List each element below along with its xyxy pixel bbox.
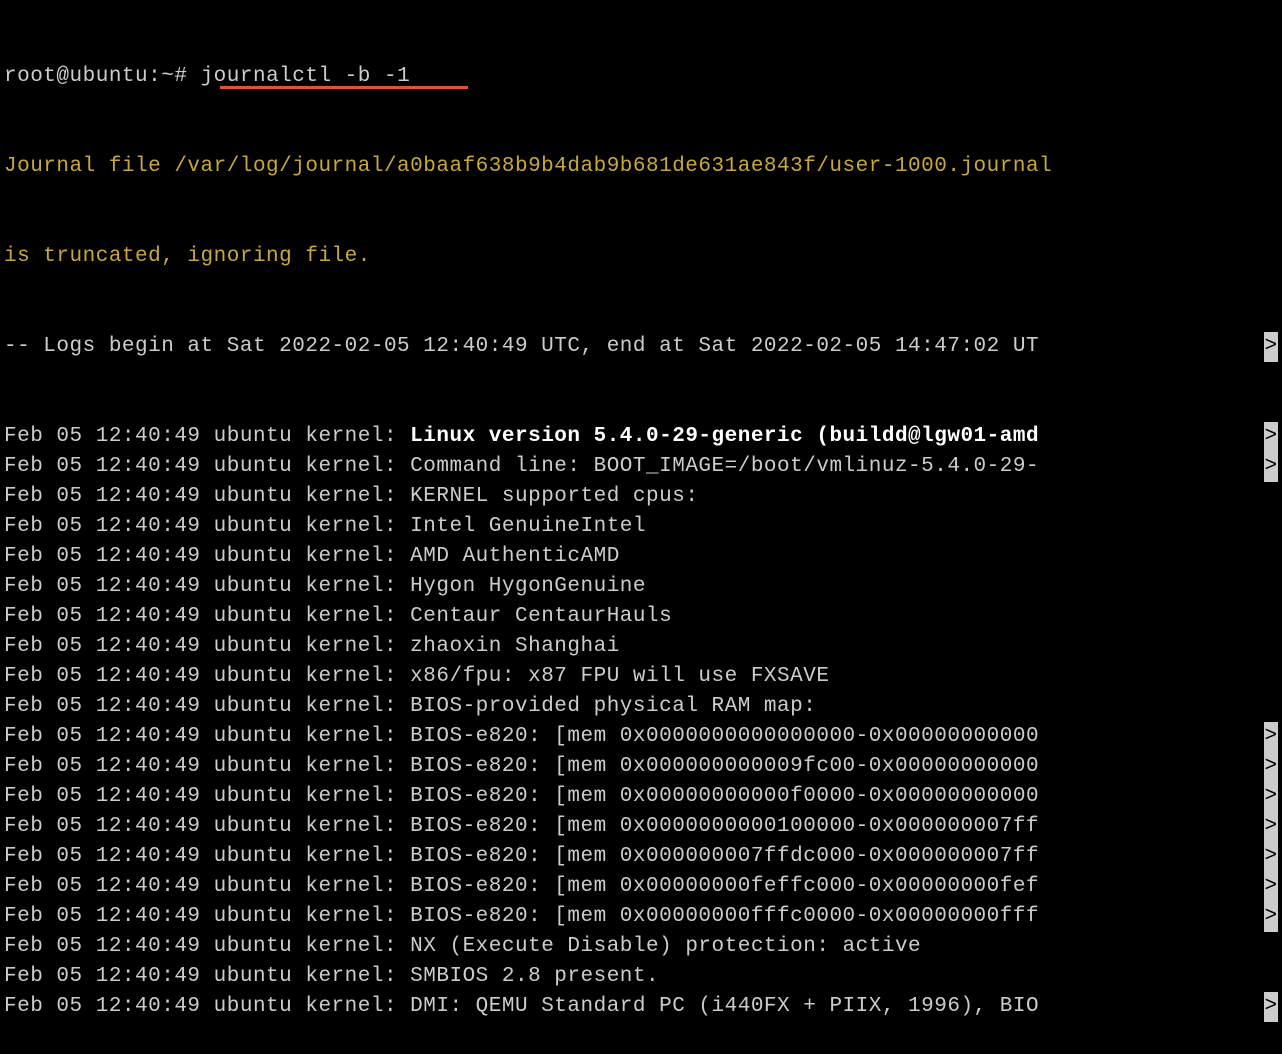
log-line: Feb 05 12:40:49 ubuntu kernel: BIOS-prov… xyxy=(4,692,1278,722)
log-message: DMI: QEMU Standard PC (i440FX + PIIX, 19… xyxy=(410,995,1039,1018)
prompt-user-host: root@ubuntu xyxy=(4,65,148,88)
log-message: Linux version 5.4.0-29-generic (buildd@l… xyxy=(410,425,1039,448)
log-prefix: Feb 05 12:40:49 ubuntu kernel: xyxy=(4,965,410,988)
log-line: Feb 05 12:40:49 ubuntu kernel: Command l… xyxy=(4,452,1278,482)
warning-text-2: is truncated, ignoring file. xyxy=(4,245,371,268)
truncate-marker: > xyxy=(1264,752,1278,782)
log-message: zhaoxin Shanghai xyxy=(410,635,620,658)
prompt-line: root@ubuntu:~# journalctl -b -1 xyxy=(4,62,1278,92)
prompt-colon: : xyxy=(148,65,161,88)
log-line: Feb 05 12:40:49 ubuntu kernel: NX (Execu… xyxy=(4,932,1278,962)
log-line: Feb 05 12:40:49 ubuntu kernel: x86/fpu: … xyxy=(4,662,1278,692)
log-prefix: Feb 05 12:40:49 ubuntu kernel: xyxy=(4,635,410,658)
log-prefix: Feb 05 12:40:49 ubuntu kernel: xyxy=(4,785,410,808)
prompt-path: ~ xyxy=(161,65,174,88)
log-prefix: Feb 05 12:40:49 ubuntu kernel: xyxy=(4,755,410,778)
log-message: BIOS-e820: [mem 0x00000000feffc000-0x000… xyxy=(410,875,1039,898)
truncate-marker: > xyxy=(1264,332,1278,362)
truncate-marker: > xyxy=(1264,842,1278,872)
truncate-marker: > xyxy=(1264,782,1278,812)
log-prefix: Feb 05 12:40:49 ubuntu kernel: xyxy=(4,605,410,628)
warning-line-2: is truncated, ignoring file. xyxy=(4,242,1278,272)
log-line: Feb 05 12:40:49 ubuntu kernel: Intel Gen… xyxy=(4,512,1278,542)
log-message: BIOS-e820: [mem 0x00000000fffc0000-0x000… xyxy=(410,905,1039,928)
log-message: BIOS-e820: [mem 0x0000000000000000-0x000… xyxy=(410,725,1039,748)
log-message: x86/fpu: x87 FPU will use FXSAVE xyxy=(410,665,829,688)
truncate-marker: > xyxy=(1264,722,1278,752)
log-prefix: Feb 05 12:40:49 ubuntu kernel: xyxy=(4,575,410,598)
log-prefix: Feb 05 12:40:49 ubuntu kernel: xyxy=(4,665,410,688)
warning-text-1: Journal file /var/log/journal/a0baaf638b… xyxy=(4,155,1052,178)
log-message: BIOS-e820: [mem 0x000000000009fc00-0x000… xyxy=(410,755,1039,778)
log-prefix: Feb 05 12:40:49 ubuntu kernel: xyxy=(4,425,410,448)
log-line: Feb 05 12:40:49 ubuntu kernel: BIOS-e820… xyxy=(4,782,1278,812)
truncate-marker: > xyxy=(1264,992,1278,1022)
log-line: Feb 05 12:40:49 ubuntu kernel: SMBIOS 2.… xyxy=(4,962,1278,992)
log-prefix: Feb 05 12:40:49 ubuntu kernel: xyxy=(4,485,410,508)
log-line: Feb 05 12:40:49 ubuntu kernel: BIOS-e820… xyxy=(4,872,1278,902)
log-prefix: Feb 05 12:40:49 ubuntu kernel: xyxy=(4,995,410,1018)
log-prefix: Feb 05 12:40:49 ubuntu kernel: xyxy=(4,935,410,958)
log-line: Feb 05 12:40:49 ubuntu kernel: BIOS-e820… xyxy=(4,752,1278,782)
log-message: Hygon HygonGenuine xyxy=(410,575,646,598)
prompt-symbol: # xyxy=(174,65,200,88)
log-line: Feb 05 12:40:49 ubuntu kernel: Hygon Hyg… xyxy=(4,572,1278,602)
command-text: journalctl -b -1 xyxy=(201,65,411,88)
log-header: -- Logs begin at Sat 2022-02-05 12:40:49… xyxy=(4,335,1039,358)
log-prefix: Feb 05 12:40:49 ubuntu kernel: xyxy=(4,455,410,478)
truncate-marker: > xyxy=(1264,422,1278,452)
log-message: Centaur CentaurHauls xyxy=(410,605,672,628)
log-line: Feb 05 12:40:49 ubuntu kernel: AMD Authe… xyxy=(4,542,1278,572)
log-message: AMD AuthenticAMD xyxy=(410,545,620,568)
log-line: Feb 05 12:40:49 ubuntu kernel: BIOS-e820… xyxy=(4,722,1278,752)
log-line: Feb 05 12:40:49 ubuntu kernel: Centaur C… xyxy=(4,602,1278,632)
log-line: Feb 05 12:40:49 ubuntu kernel: Linux ver… xyxy=(4,422,1278,452)
log-message: KERNEL supported cpus: xyxy=(410,485,698,508)
log-prefix: Feb 05 12:40:49 ubuntu kernel: xyxy=(4,845,410,868)
log-line: Feb 05 12:40:49 ubuntu kernel: DMI: QEMU… xyxy=(4,992,1278,1022)
log-prefix: Feb 05 12:40:49 ubuntu kernel: xyxy=(4,875,410,898)
log-message: BIOS-e820: [mem 0x00000000000f0000-0x000… xyxy=(410,785,1039,808)
log-line: Feb 05 12:40:49 ubuntu kernel: zhaoxin S… xyxy=(4,632,1278,662)
log-line: Feb 05 12:40:49 ubuntu kernel: KERNEL su… xyxy=(4,482,1278,512)
truncate-marker: > xyxy=(1264,902,1278,932)
log-prefix: Feb 05 12:40:49 ubuntu kernel: xyxy=(4,725,410,748)
truncate-marker: > xyxy=(1264,872,1278,902)
log-prefix: Feb 05 12:40:49 ubuntu kernel: xyxy=(4,905,410,928)
truncate-marker: > xyxy=(1264,812,1278,842)
log-message: SMBIOS 2.8 present. xyxy=(410,965,659,988)
log-prefix: Feb 05 12:40:49 ubuntu kernel: xyxy=(4,695,410,718)
terminal-window[interactable]: root@ubuntu:~# journalctl -b -1 Journal … xyxy=(0,0,1282,1054)
log-line: Feb 05 12:40:49 ubuntu kernel: BIOS-e820… xyxy=(4,902,1278,932)
log-output: Feb 05 12:40:49 ubuntu kernel: Linux ver… xyxy=(4,422,1278,1022)
log-line: Feb 05 12:40:49 ubuntu kernel: BIOS-e820… xyxy=(4,842,1278,872)
log-message: Intel GenuineIntel xyxy=(410,515,646,538)
log-prefix: Feb 05 12:40:49 ubuntu kernel: xyxy=(4,815,410,838)
log-message: Command line: BOOT_IMAGE=/boot/vmlinuz-5… xyxy=(410,455,1039,478)
log-line: Feb 05 12:40:49 ubuntu kernel: BIOS-e820… xyxy=(4,812,1278,842)
log-message: BIOS-e820: [mem 0x0000000000100000-0x000… xyxy=(410,815,1039,838)
truncate-marker: > xyxy=(1264,452,1278,482)
warning-line: Journal file /var/log/journal/a0baaf638b… xyxy=(4,152,1278,182)
log-prefix: Feb 05 12:40:49 ubuntu kernel: xyxy=(4,515,410,538)
log-message: NX (Execute Disable) protection: active xyxy=(410,935,921,958)
log-header-line: -- Logs begin at Sat 2022-02-05 12:40:49… xyxy=(4,332,1278,362)
log-message: BIOS-e820: [mem 0x000000007ffdc000-0x000… xyxy=(410,845,1039,868)
log-prefix: Feb 05 12:40:49 ubuntu kernel: xyxy=(4,545,410,568)
log-message: BIOS-provided physical RAM map: xyxy=(410,695,816,718)
